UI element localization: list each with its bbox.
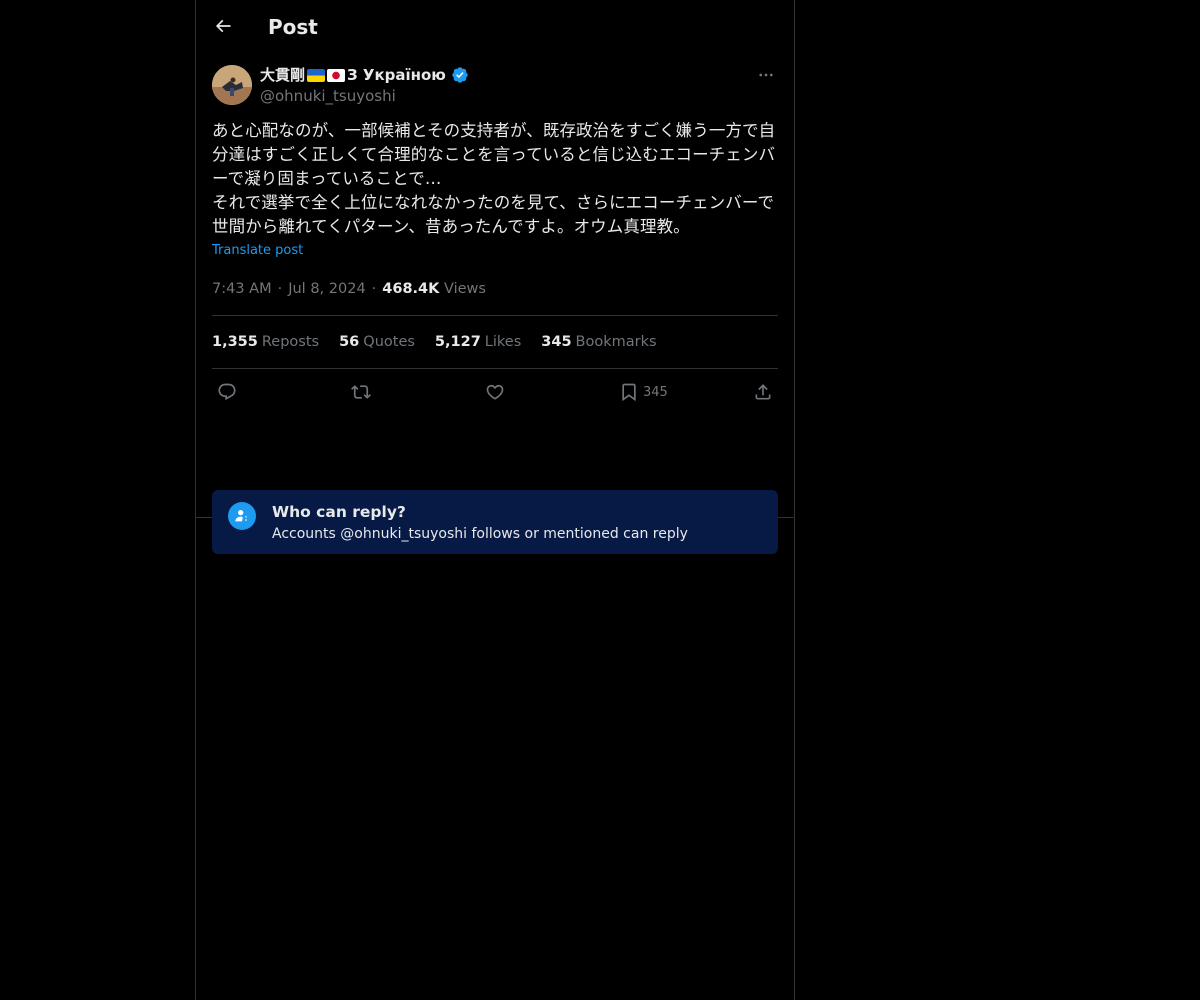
meta-separator: ·: [371, 281, 377, 297]
avatar-image: [212, 65, 252, 105]
post-text: あと心配なのが、一部候補とその支持者が、既存政治をすごく嫌う一方で自分達はすごく…: [212, 121, 776, 236]
stat-label: Likes: [484, 334, 522, 350]
share-button[interactable]: [753, 381, 773, 403]
author-row: 大貫剛 З Україною @ohnuki_tsuyoshi: [212, 65, 778, 119]
more-horizontal-icon: [759, 73, 773, 77]
japan-flag-icon: [327, 68, 346, 82]
header: Post: [196, 0, 794, 53]
views-count: 468.4K: [382, 281, 440, 297]
engagement-stats: 1,355 Reposts 56 Quotes 5,127 Likes 345 Book…: [212, 316, 778, 368]
stat-quotes[interactable]: 56 Quotes: [339, 334, 415, 350]
translate-post-link[interactable]: Translate post: [212, 243, 778, 259]
user-mention-icon: [228, 502, 256, 530]
meta-separator: ·: [277, 281, 283, 297]
more-options-button[interactable]: [754, 65, 778, 85]
stat-label: Reposts: [261, 334, 320, 350]
post-column: Post 大貫剛 З Україною @ohnuki_tsuyoshi あと心…: [195, 0, 795, 1000]
stat-reposts[interactable]: 1,355 Reposts: [212, 334, 319, 350]
verified-badge-icon[interactable]: [451, 66, 469, 84]
post-time[interactable]: 7:43 AM: [212, 281, 272, 297]
share-icon: [755, 384, 771, 400]
like-button[interactable]: [485, 381, 505, 403]
reply-notice-subtitle: Accounts @ohnuki_tsuyoshi follows or men…: [272, 526, 688, 542]
display-name[interactable]: 大貫剛 З Україною: [260, 65, 469, 85]
back-button[interactable]: [208, 9, 238, 43]
reply-button[interactable]: [217, 381, 237, 403]
post-meta: 7:43 AM · Jul 8, 2024 · 468.4K Views: [212, 279, 778, 299]
repost-icon: [351, 385, 371, 399]
stat-count: 5,127: [434, 334, 481, 350]
page-title: Post: [268, 15, 318, 39]
who-can-reply-notice: Who can reply? Accounts @ohnuki_tsuyoshi…: [212, 490, 778, 554]
stat-label: Quotes: [363, 334, 415, 350]
stat-count: 345: [541, 334, 572, 350]
stat-label: Bookmarks: [575, 334, 657, 350]
bookmark-count: 345: [643, 384, 668, 400]
reply-notice-title: Who can reply?: [272, 503, 406, 521]
avatar[interactable]: [212, 65, 252, 105]
display-name-suffix: З Україною: [347, 66, 446, 84]
stat-count: 56: [339, 334, 360, 350]
bookmark-button[interactable]: 345: [619, 381, 668, 403]
author-handle[interactable]: @ohnuki_tsuyoshi: [260, 86, 396, 106]
action-bar: 345: [212, 369, 778, 416]
heart-icon: [486, 384, 504, 400]
stat-count: 1,355: [212, 334, 258, 350]
bookmark-icon: [622, 383, 636, 402]
repost-button[interactable]: [351, 381, 371, 403]
ukraine-flag-icon: [307, 68, 326, 82]
arrow-left-icon: [215, 19, 231, 33]
post: 大貫剛 З Україною @ohnuki_tsuyoshi あと心配なのが、…: [196, 65, 794, 554]
post-date[interactable]: Jul 8, 2024: [288, 281, 365, 297]
stat-bookmarks[interactable]: 345 Bookmarks: [541, 334, 656, 350]
views-label: Views: [444, 281, 486, 297]
reply-icon: [218, 383, 236, 401]
display-name-text: 大貫剛: [260, 66, 306, 84]
stat-likes[interactable]: 5,127 Likes: [435, 334, 521, 350]
